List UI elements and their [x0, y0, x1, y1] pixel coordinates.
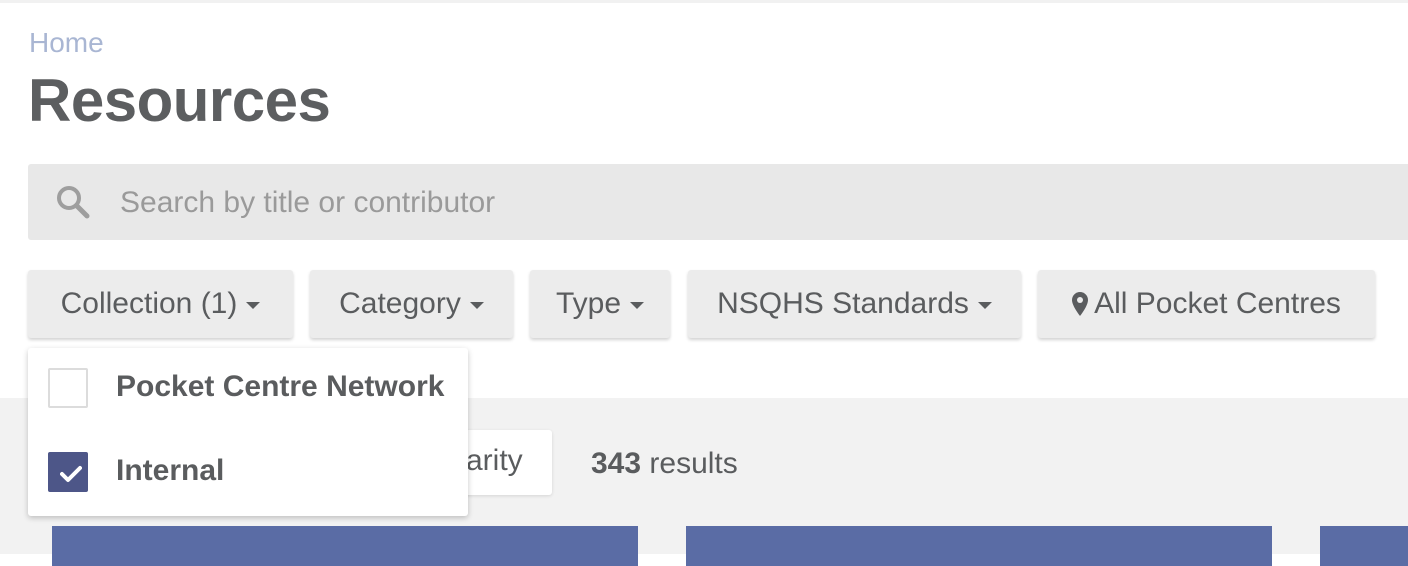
filter-category-label: Category	[339, 287, 461, 320]
filter-type-label: Type	[555, 287, 622, 320]
checkbox-checked[interactable]	[48, 452, 88, 492]
caret-down-icon	[630, 302, 645, 309]
checkmark-icon	[60, 466, 82, 482]
option-label: Internal	[116, 454, 225, 487]
page-title: Resources	[28, 67, 331, 134]
filter-centres-button[interactable]: All Pocket Centres	[1038, 270, 1375, 338]
sort-button-label: arity	[466, 444, 523, 477]
collection-option-internal[interactable]: Internal	[48, 452, 458, 496]
breadcrumb-home-link[interactable]: Home	[29, 27, 104, 59]
caret-down-icon	[469, 302, 484, 309]
checkbox-unchecked[interactable]	[48, 368, 88, 408]
filter-type-button[interactable]: Type	[530, 270, 670, 338]
results-suffix: results	[641, 447, 738, 480]
search-icon	[57, 186, 90, 219]
filter-centres-label: All Pocket Centres	[1094, 287, 1341, 320]
option-label: Pocket Centre Network	[116, 370, 445, 403]
filter-nsqhs-label: NSQHS Standards	[717, 287, 969, 320]
collection-option-pocket-centre-network[interactable]: Pocket Centre Network	[48, 368, 458, 412]
collection-dropdown-menu: Pocket Centre Network Internal	[28, 348, 468, 516]
search-input[interactable]	[118, 178, 1322, 228]
resource-card[interactable]	[686, 526, 1272, 566]
filter-collection-label: Collection (1)	[60, 287, 238, 320]
resource-card[interactable]	[1320, 526, 1408, 566]
filter-collection-button[interactable]: Collection (1)	[28, 270, 293, 338]
filter-category-button[interactable]: Category	[310, 270, 513, 338]
results-number: 343	[591, 447, 642, 480]
map-pin-icon	[1072, 292, 1089, 316]
results-count: 343 results	[591, 447, 738, 481]
caret-down-icon	[246, 302, 261, 309]
resource-card[interactable]	[52, 526, 638, 566]
caret-down-icon	[977, 302, 992, 309]
search-bar[interactable]	[28, 164, 1408, 240]
filter-nsqhs-button[interactable]: NSQHS Standards	[688, 270, 1021, 338]
top-divider	[0, 0, 1408, 3]
